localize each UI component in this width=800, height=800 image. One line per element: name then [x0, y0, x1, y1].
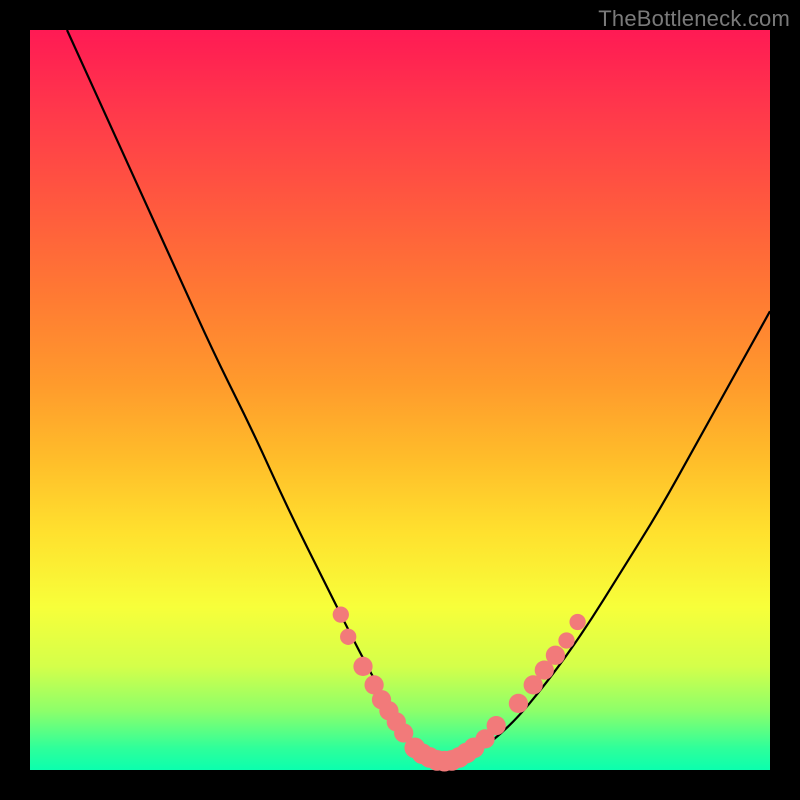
- curve-marker: [546, 646, 565, 665]
- curve-marker: [353, 657, 372, 676]
- curve-markers: [333, 606, 586, 771]
- chart-frame: TheBottleneck.com: [0, 0, 800, 800]
- watermark-text: TheBottleneck.com: [598, 6, 790, 32]
- curve-marker: [569, 614, 585, 630]
- curve-marker: [558, 632, 574, 648]
- curve-marker: [509, 694, 528, 713]
- curve-marker: [340, 629, 356, 645]
- curve-marker: [333, 606, 349, 622]
- plot-area: [30, 30, 770, 770]
- chart-svg: [30, 30, 770, 770]
- curve-marker: [487, 716, 506, 735]
- bottleneck-curve: [67, 30, 770, 763]
